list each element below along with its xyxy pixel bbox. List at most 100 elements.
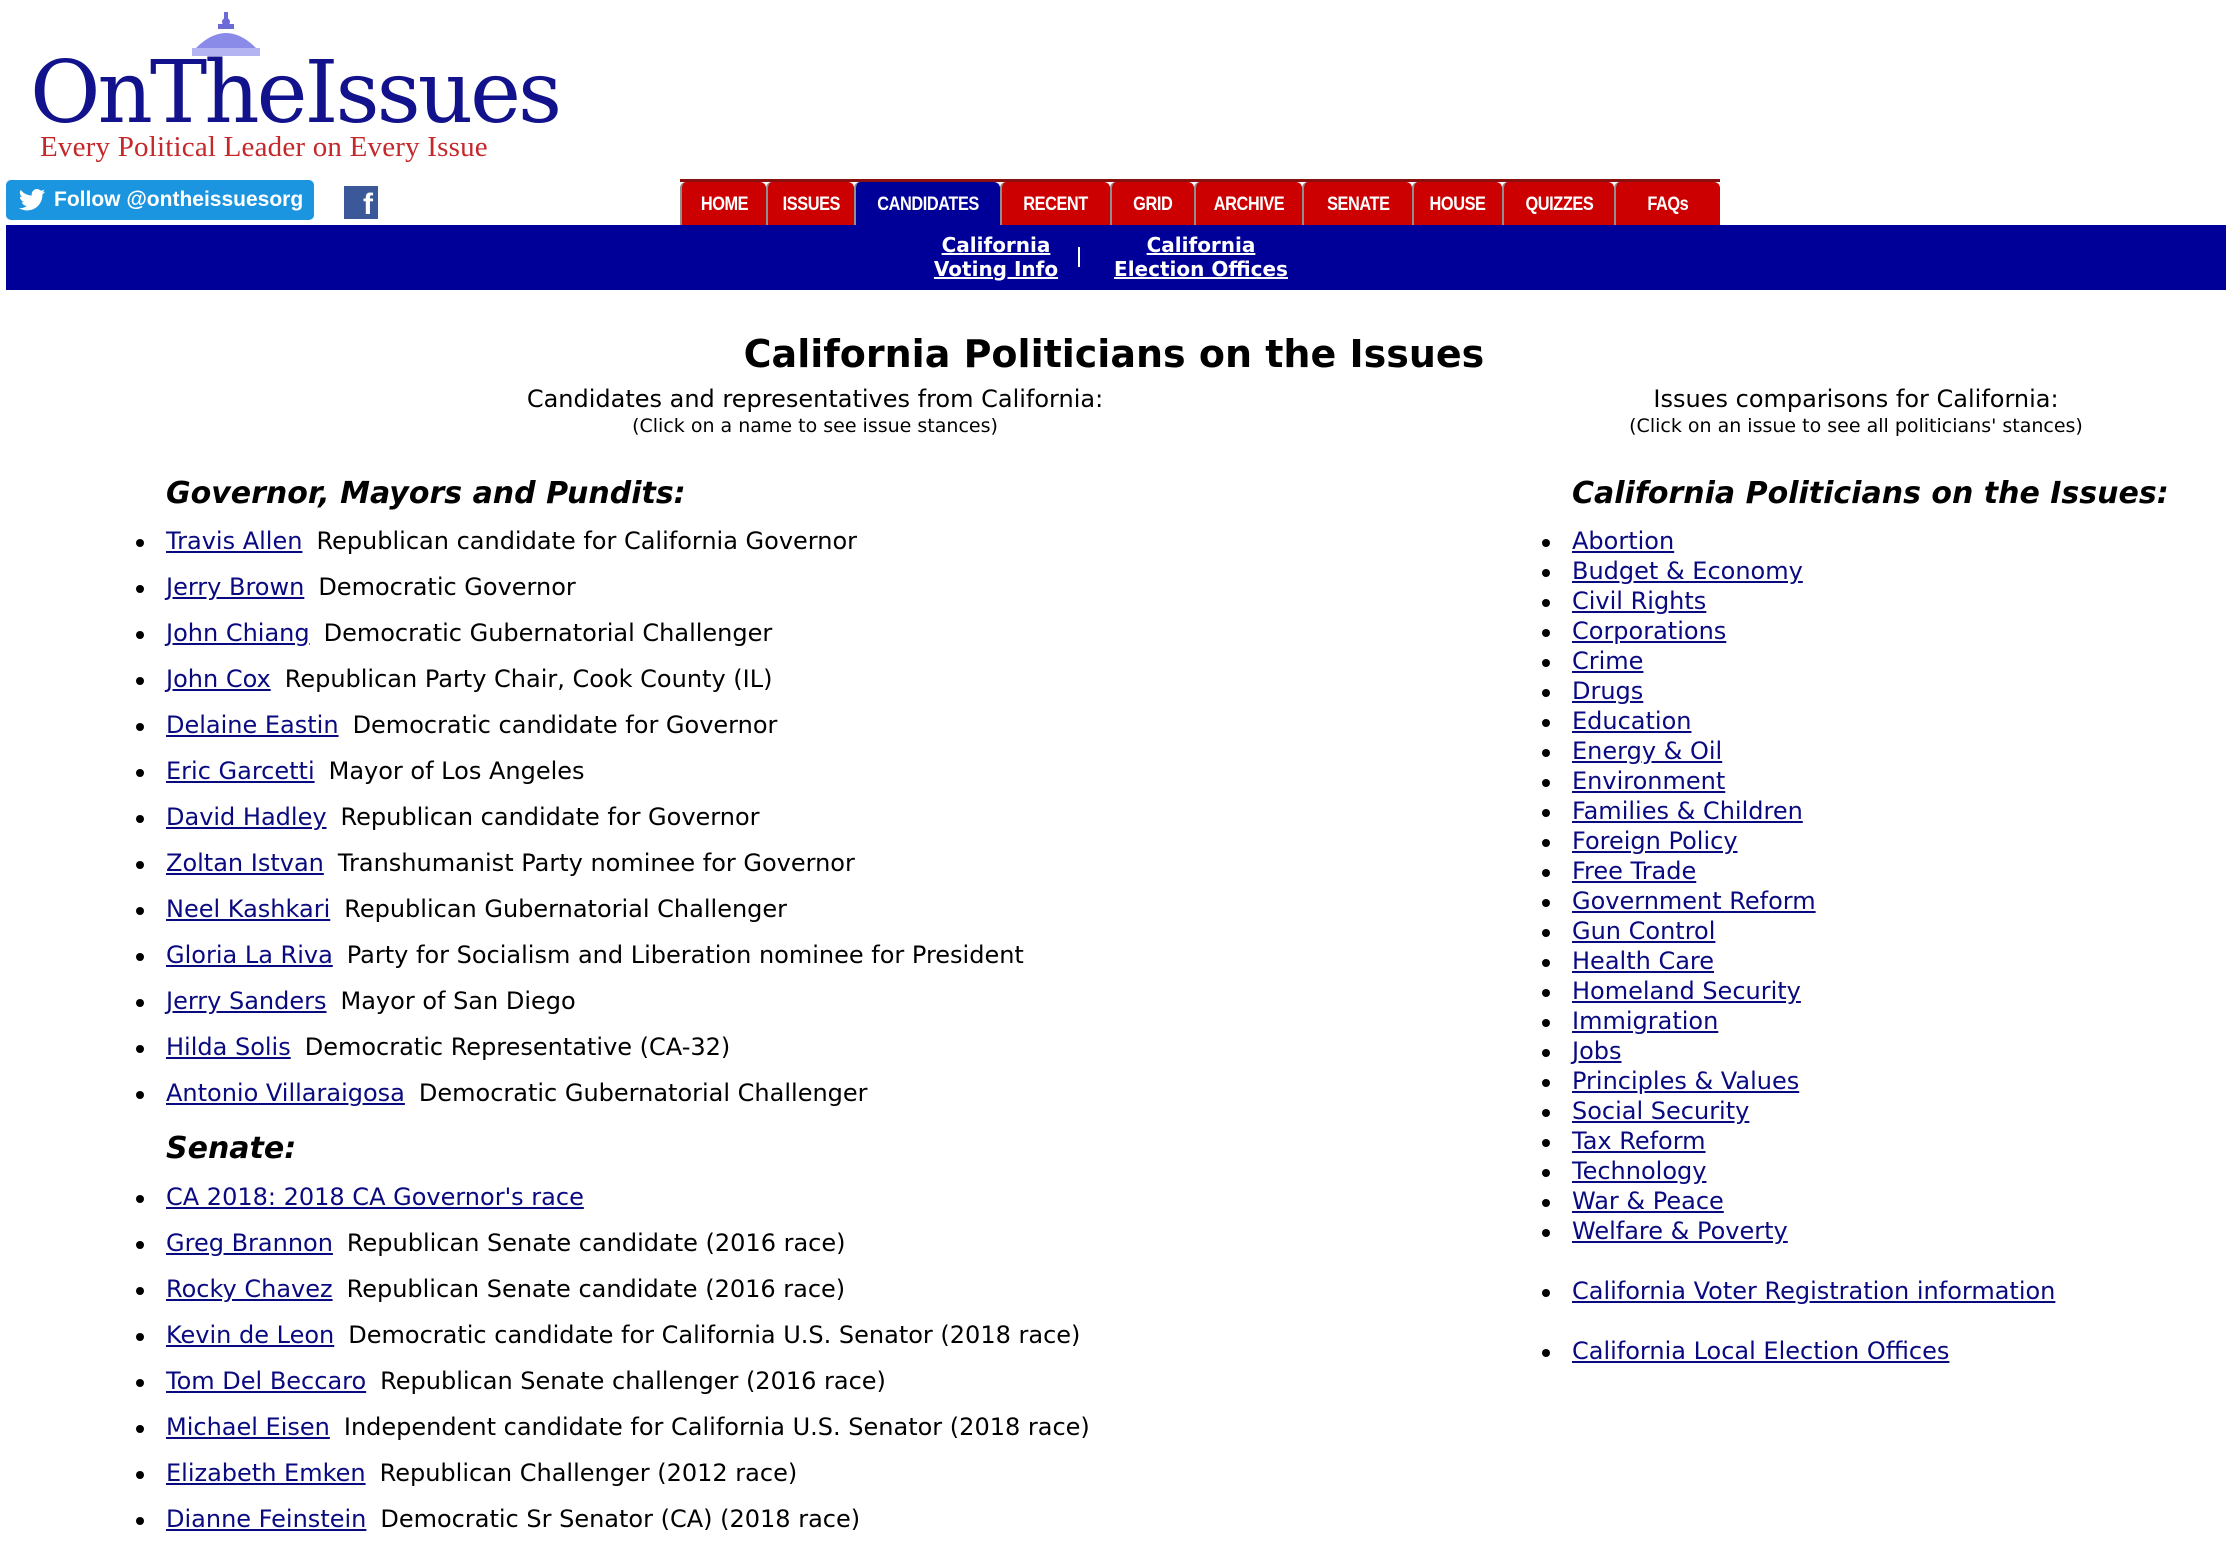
issue-link[interactable]: Crime: [1572, 647, 1643, 675]
politician-item: Zoltan Istvan Transhumanist Party nominee…: [136, 840, 1024, 886]
politician-description: Democratic Gubernatorial Challenger: [323, 619, 773, 647]
california-election-offices-link[interactable]: California Election Offices: [1106, 233, 1296, 281]
issue-item: Tax Reform: [1542, 1126, 1816, 1156]
issues-hint: (Click on an issue to see all politician…: [1629, 415, 2083, 437]
politician-description: Republican Senate candidate (2016 race): [346, 1275, 846, 1303]
issue-link[interactable]: Government Reform: [1572, 887, 1816, 915]
politician-link[interactable]: David Hadley: [166, 803, 327, 831]
politician-link[interactable]: Jerry Sanders: [166, 987, 327, 1015]
facebook-icon[interactable]: f: [344, 186, 378, 219]
voter-registration-link[interactable]: California Voter Registration informatio…: [1572, 1277, 2055, 1305]
issue-link[interactable]: Tax Reform: [1572, 1127, 1706, 1155]
politician-item: Antonio Villaraigosa Democratic Gubernato…: [136, 1070, 1024, 1116]
tab-recent[interactable]: RECENT: [1000, 182, 1110, 225]
link-line: California: [1146, 233, 1256, 257]
tab-candidates[interactable]: CANDIDATES: [854, 182, 1000, 225]
politician-link[interactable]: Neel Kashkari: [166, 895, 330, 923]
politician-description: Republican Senate challenger (2016 race): [380, 1367, 886, 1395]
politician-link[interactable]: Eric Garcetti: [166, 757, 315, 785]
politician-item: CA 2018: 2018 CA Governor's race: [136, 1174, 1090, 1220]
issue-link[interactable]: Gun Control: [1572, 917, 1715, 945]
issue-item: Gun Control: [1542, 916, 1816, 946]
politician-item: David Hadley Republican candidate for Gov…: [136, 794, 1024, 840]
politician-link[interactable]: Tom Del Beccaro: [166, 1367, 366, 1395]
nav-divider: [1078, 247, 1080, 267]
politician-link[interactable]: Michael Eisen: [166, 1413, 330, 1441]
politician-link[interactable]: John Chiang: [166, 619, 310, 647]
issue-link[interactable]: Abortion: [1572, 527, 1674, 555]
issue-link[interactable]: Jobs: [1572, 1037, 1622, 1065]
politician-description: Republican candidate for Governor: [340, 803, 760, 831]
issue-item: Education: [1542, 706, 1816, 736]
california-voting-info-link[interactable]: California Voting Info: [916, 233, 1076, 281]
tab-faqs[interactable]: FAQs: [1614, 182, 1720, 225]
politician-link[interactable]: Jerry Brown: [166, 573, 304, 601]
sub-nav-bar: California Voting Info California Electi…: [6, 225, 2226, 290]
tab-home[interactable]: HOME: [680, 182, 766, 225]
politician-description: Republican Challenger (2012 race): [379, 1459, 798, 1487]
tab-senate[interactable]: SENATE: [1302, 182, 1412, 225]
politician-item: Jerry Brown Democratic Governor: [136, 564, 1024, 610]
politician-link[interactable]: CA 2018: 2018 CA Governor's race: [166, 1183, 584, 1211]
issue-item: Budget & Economy: [1542, 556, 1816, 586]
issue-link[interactable]: Principles & Values: [1572, 1067, 1799, 1095]
issue-link[interactable]: Immigration: [1572, 1007, 1718, 1035]
politician-link[interactable]: Travis Allen: [166, 527, 302, 555]
link-line: California: [941, 233, 1051, 257]
tab-quizzes[interactable]: QUIZZES: [1502, 182, 1614, 225]
politician-link[interactable]: Antonio Villaraigosa: [166, 1079, 405, 1107]
issue-link[interactable]: Civil Rights: [1572, 587, 1706, 615]
local-election-offices-link[interactable]: California Local Election Offices: [1572, 1337, 1949, 1365]
politician-link[interactable]: Zoltan Istvan: [166, 849, 324, 877]
politician-item: Greg Brannon Republican Senate candidate …: [136, 1220, 1090, 1266]
issue-link[interactable]: Environment: [1572, 767, 1725, 795]
issue-item: Homeland Security: [1542, 976, 1816, 1006]
politician-link[interactable]: Kevin de Leon: [166, 1321, 334, 1349]
issue-link[interactable]: Health Care: [1572, 947, 1714, 975]
tab-house[interactable]: HOUSE: [1412, 182, 1502, 225]
issue-link[interactable]: Families & Children: [1572, 797, 1803, 825]
politician-item: Neel Kashkari Republican Gubernatorial Ch…: [136, 886, 1024, 932]
issue-item: Government Reform: [1542, 886, 1816, 916]
issue-link[interactable]: Budget & Economy: [1572, 557, 1803, 585]
issue-link[interactable]: Social Security: [1572, 1097, 1749, 1125]
politician-description: Republican Gubernatorial Challenger: [344, 895, 788, 923]
issue-link[interactable]: Free Trade: [1572, 857, 1696, 885]
issue-link[interactable]: Energy & Oil: [1572, 737, 1722, 765]
politician-link[interactable]: Greg Brannon: [166, 1229, 333, 1257]
issue-link[interactable]: War & Peace: [1572, 1187, 1724, 1215]
politician-link[interactable]: Gloria La Riva: [166, 941, 333, 969]
politician-link[interactable]: John Cox: [166, 665, 271, 693]
politician-item: Eric Garcetti Mayor of Los Angeles: [136, 748, 1024, 794]
politician-description: Mayor of Los Angeles: [328, 757, 585, 785]
issue-link[interactable]: Education: [1572, 707, 1691, 735]
politician-item: Hilda Solis Democratic Representative (CA…: [136, 1024, 1024, 1070]
twitter-follow-button[interactable]: Follow @ontheissuesorg: [6, 180, 314, 220]
politician-item: Jerry Sanders Mayor of San Diego: [136, 978, 1024, 1024]
tab-grid[interactable]: GRID: [1110, 182, 1194, 225]
issue-link[interactable]: Homeland Security: [1572, 977, 1801, 1005]
politician-description: Republican Senate candidate (2016 race): [346, 1229, 846, 1257]
issue-link[interactable]: Welfare & Poverty: [1572, 1217, 1788, 1245]
politician-item: Gloria La Riva Party for Socialism and Li…: [136, 932, 1024, 978]
issue-item: Social Security: [1542, 1096, 1816, 1126]
link-line: Voting Info: [933, 257, 1059, 281]
politician-link[interactable]: Elizabeth Emken: [166, 1459, 366, 1487]
politician-link[interactable]: Rocky Chavez: [166, 1275, 333, 1303]
site-logo[interactable]: OnTheIssues Every Political Leader on Ev…: [30, 12, 562, 162]
issue-link[interactable]: Technology: [1572, 1157, 1706, 1185]
politician-link[interactable]: Delaine Eastin: [166, 711, 339, 739]
tab-archive[interactable]: ARCHIVE: [1194, 182, 1302, 225]
link-line: Election Offices: [1114, 257, 1288, 281]
candidates-hint: (Click on a name to see issue stances): [632, 415, 998, 437]
resource-item: California Voter Registration informatio…: [1541, 1276, 2055, 1306]
issue-item: Immigration: [1542, 1006, 1816, 1036]
issue-link[interactable]: Drugs: [1572, 677, 1643, 705]
tab-issues[interactable]: ISSUES: [766, 182, 854, 225]
politician-description: Democratic Representative (CA-32): [304, 1033, 731, 1061]
politician-link[interactable]: Hilda Solis: [166, 1033, 291, 1061]
politician-link[interactable]: Dianne Feinstein: [166, 1505, 366, 1533]
issue-link[interactable]: Foreign Policy: [1572, 827, 1738, 855]
issue-link[interactable]: Corporations: [1572, 617, 1726, 645]
issue-item: Energy & Oil: [1542, 736, 1816, 766]
